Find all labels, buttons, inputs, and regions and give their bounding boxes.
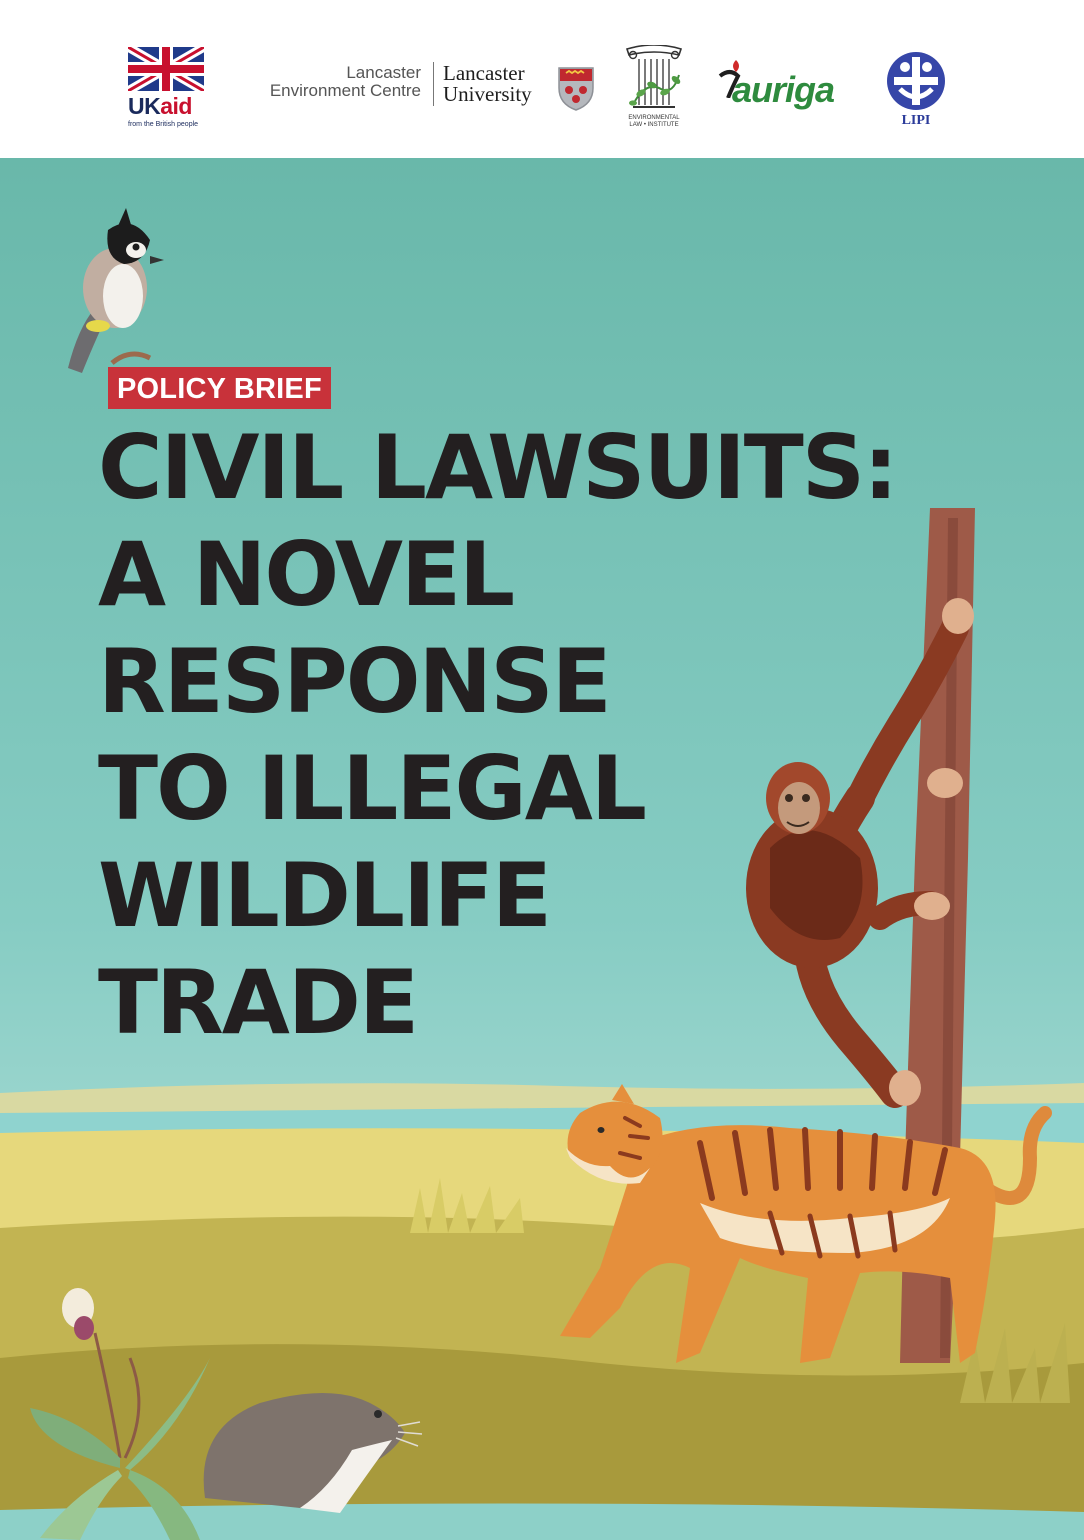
lipi-wordmark: LIPI (901, 113, 931, 128)
university-shield-icon (558, 67, 594, 111)
lipi-logo: LIPI (884, 49, 948, 133)
eli-line-1: ENVIRONMENTAL (628, 115, 680, 121)
eli-line-2: LAW • INSTITUTE (629, 122, 679, 128)
lu-line-2: University (443, 82, 532, 106)
lipi-emblem-icon (887, 52, 945, 110)
auriga-wordmark: auriga (732, 69, 835, 110)
ukaid-wordmark: UKaid (128, 93, 192, 119)
title-line-2: A NOVEL (98, 523, 515, 626)
title-line-4: TO ILLEGAL (98, 737, 647, 840)
title-line-1: CIVIL LAWSUITS: (98, 416, 898, 519)
policy-brief-badge: POLICY BRIEF (108, 367, 331, 409)
title-line-6: TRADE (98, 951, 419, 1054)
column-with-vines-icon (625, 44, 683, 108)
union-flag-icon (128, 47, 204, 91)
environmental-law-institute-logo: ENVIRONMENTAL LAW • INSTITUTE (621, 44, 687, 131)
ukaid-tagline: from the British people (128, 121, 199, 128)
lancaster-university-logo: Lancaster University (443, 63, 532, 105)
cover-title: CIVIL LAWSUITS: A NOVEL RESPONSE TO ILLE… (98, 414, 898, 1056)
title-line-3: RESPONSE (98, 630, 612, 733)
ukaid-logo: UKaid from the British people (128, 47, 208, 137)
lec-line-2: Environment Centre (269, 81, 421, 100)
logo-divider (433, 62, 434, 106)
partner-logo-bar: UKaid from the British people Lancaster … (0, 0, 1084, 158)
title-line-5: WILDLIFE (98, 844, 552, 947)
auriga-logo: auriga (716, 58, 842, 118)
lu-line-1: Lancaster (443, 61, 525, 85)
lancaster-environment-centre-logo: Lancaster Environment Centre (241, 64, 421, 100)
cover-illustration: POLICY BRIEF CIVIL LAWSUITS: A NOVEL RES… (0, 158, 1084, 1540)
eli-wordmark: ENVIRONMENTAL LAW • INSTITUTE (621, 115, 687, 129)
lec-line-1: Lancaster (346, 63, 421, 82)
